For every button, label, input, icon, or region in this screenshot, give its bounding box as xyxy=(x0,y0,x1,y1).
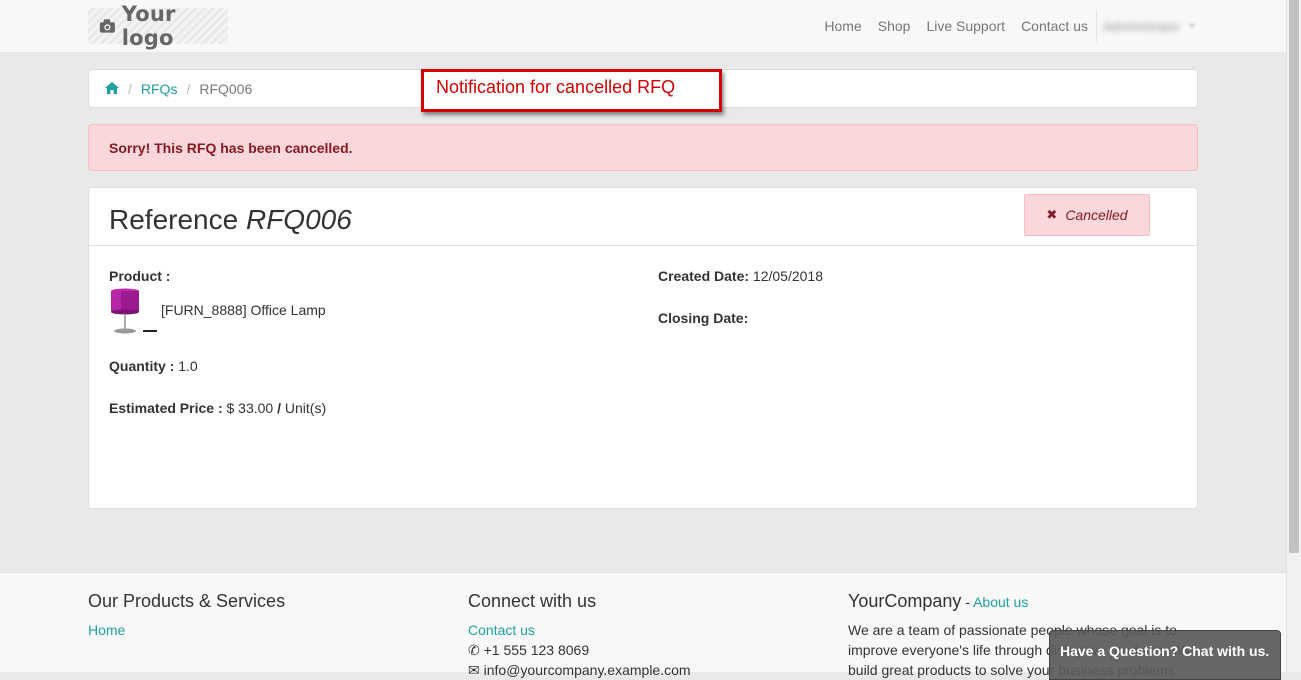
live-chat-button[interactable]: Have a Question? Chat with us. xyxy=(1049,630,1281,680)
cancelled-alert: Sorry! This RFQ has been cancelled. xyxy=(88,124,1198,171)
created-date-field: Created Date: 12/05/2018 xyxy=(658,268,823,284)
price-value: $ 33.00 xyxy=(226,400,274,416)
page-title: Reference RFQ006 xyxy=(109,204,352,236)
footer-about-title: YourCompany - About us xyxy=(848,591,1028,612)
nav-live-support[interactable]: Live Support xyxy=(918,0,1013,53)
title-prefix: Reference xyxy=(109,204,239,235)
rfq-panel: Reference RFQ006 ✖ Cancelled Product : [… xyxy=(88,187,1198,509)
footer-phone-number: +1 555 123 8069 xyxy=(483,642,590,658)
closing-date-field: Closing Date: xyxy=(658,310,748,326)
breadcrumb-separator: / xyxy=(186,80,191,97)
page-scrollbar[interactable] xyxy=(1286,0,1301,672)
closing-date-label: Closing Date: xyxy=(658,310,749,326)
nav-contact-us[interactable]: Contact us xyxy=(1013,0,1096,53)
created-date-label: Created Date: xyxy=(658,268,750,284)
camera-icon xyxy=(99,19,115,33)
main-nav: Home Shop Live Support Contact us xyxy=(816,0,1096,53)
footer-dash: - xyxy=(961,594,974,610)
status-badge: ✖ Cancelled xyxy=(1024,194,1150,236)
status-label: Cancelled xyxy=(1065,207,1128,223)
close-icon: ✖ xyxy=(1046,207,1058,222)
quantity-label: Quantity : xyxy=(109,358,175,374)
logo-text: Your logo xyxy=(121,2,176,50)
rfq-panel-header: Reference RFQ006 ✖ Cancelled xyxy=(89,188,1197,246)
home-icon xyxy=(105,81,119,94)
created-date-value: 12/05/2018 xyxy=(752,268,823,284)
price-field: Estimated Price : $ 33.00 / Unit(s) xyxy=(109,400,326,416)
top-navbar: Your logo Home Shop Live Support Contact… xyxy=(0,0,1286,53)
footer-home-link[interactable]: Home xyxy=(88,620,125,640)
chevron-down-icon xyxy=(1187,24,1196,28)
footer-products-title: Our Products & Services xyxy=(88,591,286,611)
logo-link[interactable]: Your logo xyxy=(88,2,228,50)
breadcrumb-current: RFQ006 xyxy=(199,80,253,97)
user-name: Administrator xyxy=(1103,18,1180,34)
quantity-value: 1.0 xyxy=(178,358,198,374)
price-separator: / xyxy=(277,400,281,416)
footer-company-name: YourCompany xyxy=(848,591,962,611)
phone-icon: ✆ xyxy=(468,642,480,658)
footer-about-link[interactable]: About us xyxy=(973,594,1028,610)
product-label: Product : xyxy=(109,268,171,284)
annotation-callout: Notification for cancelled RFQ xyxy=(421,69,722,112)
rfq-reference: RFQ006 xyxy=(245,204,352,235)
product-image xyxy=(111,288,157,334)
footer-contact-link[interactable]: Contact us xyxy=(468,620,535,640)
scrollbar-thumb[interactable] xyxy=(1289,0,1299,553)
footer-connect-title: Connect with us xyxy=(468,591,597,611)
envelope-icon: ✉ xyxy=(468,662,480,678)
price-unit: Unit(s) xyxy=(284,400,327,416)
breadcrumb-rfqs[interactable]: RFQs xyxy=(141,81,178,97)
price-label: Estimated Price : xyxy=(109,400,223,416)
quantity-field: Quantity : 1.0 xyxy=(109,358,198,374)
breadcrumb-home[interactable] xyxy=(105,81,119,97)
breadcrumb-separator: / xyxy=(128,80,132,97)
product-field: Product : xyxy=(109,268,170,284)
user-menu[interactable]: Administrator xyxy=(1096,10,1196,42)
nav-shop[interactable]: Shop xyxy=(870,0,919,53)
footer-phone: ✆ +1 555 123 8069 xyxy=(468,640,589,660)
footer-email-address: info@yourcompany.example.com xyxy=(483,662,691,678)
footer-email: ✉ info@yourcompany.example.com xyxy=(468,660,691,680)
nav-home[interactable]: Home xyxy=(816,0,869,53)
product-name: [FURN_8888] Office Lamp xyxy=(161,302,326,318)
